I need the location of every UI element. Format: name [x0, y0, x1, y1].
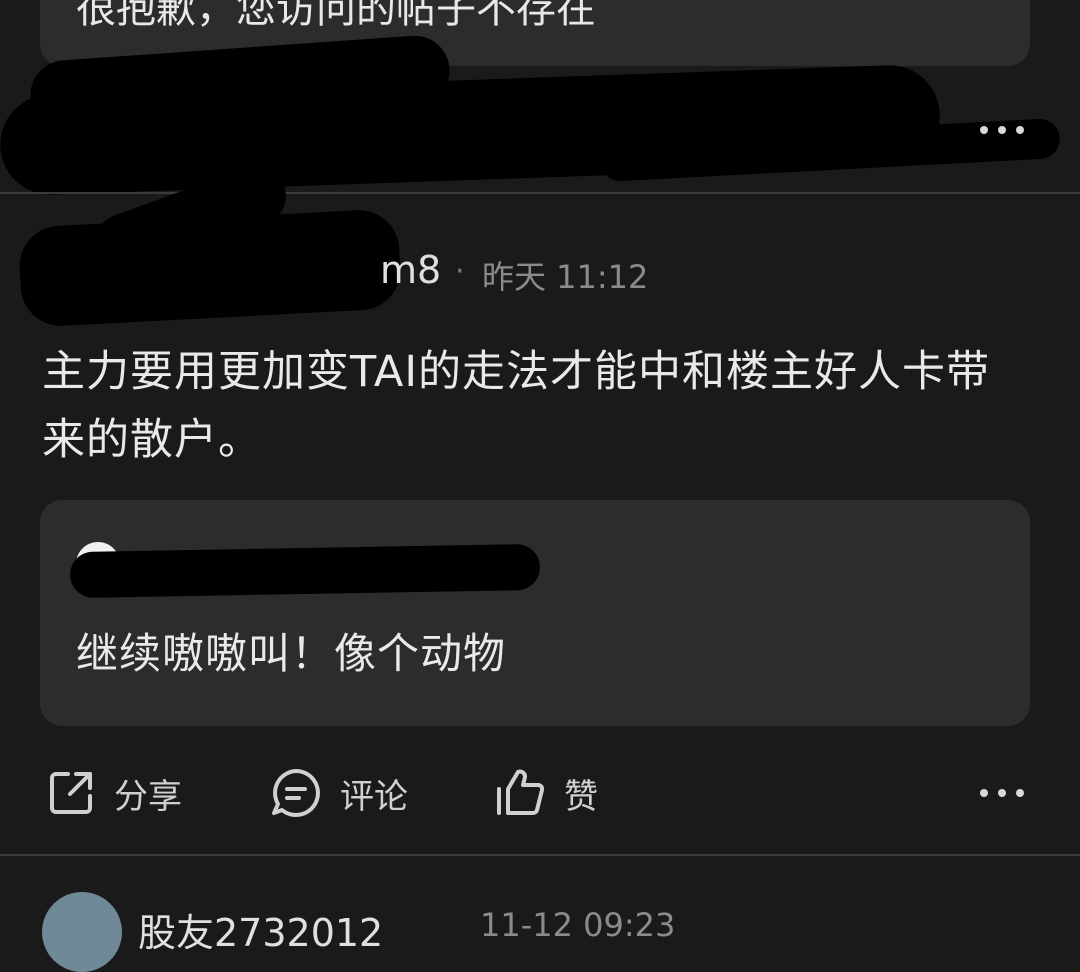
post-timestamp: 11-12 09:23: [480, 906, 676, 944]
like-button[interactable]: 赞: [494, 762, 598, 824]
quote-text: 继续嗷嗷叫！像个动物: [76, 629, 507, 678]
meta-separator: ·: [455, 254, 465, 289]
like-label: 赞: [564, 776, 598, 817]
comment-icon: [270, 767, 322, 819]
like-icon: [494, 767, 546, 819]
share-button[interactable]: 分享: [46, 762, 182, 824]
previous-quote-text: 很抱歉，您访问的帖子不存在: [76, 0, 596, 32]
more-icon[interactable]: [980, 124, 1024, 136]
redaction-mark: [69, 543, 541, 599]
more-icon[interactable]: [980, 787, 1024, 799]
quoted-reply-card[interactable]: 继续嗷嗷叫！像个动物: [40, 500, 1030, 726]
action-bar: 分享 评论 赞: [0, 762, 1080, 824]
avatar[interactable]: [42, 892, 122, 972]
share-label: 分享: [114, 776, 182, 817]
comment-label: 评论: [340, 776, 408, 817]
share-icon: [46, 768, 96, 818]
comment-button[interactable]: 评论: [270, 762, 408, 824]
post-body: 主力要用更加变TAI的走法才能中和楼主好人卡带来的散户。: [42, 347, 991, 465]
username[interactable]: m8: [380, 248, 441, 292]
post-timestamp: 昨天 11:12: [482, 258, 649, 296]
username[interactable]: 股友2732012: [138, 902, 383, 957]
divider: [0, 854, 1080, 856]
divider: [0, 192, 1080, 194]
